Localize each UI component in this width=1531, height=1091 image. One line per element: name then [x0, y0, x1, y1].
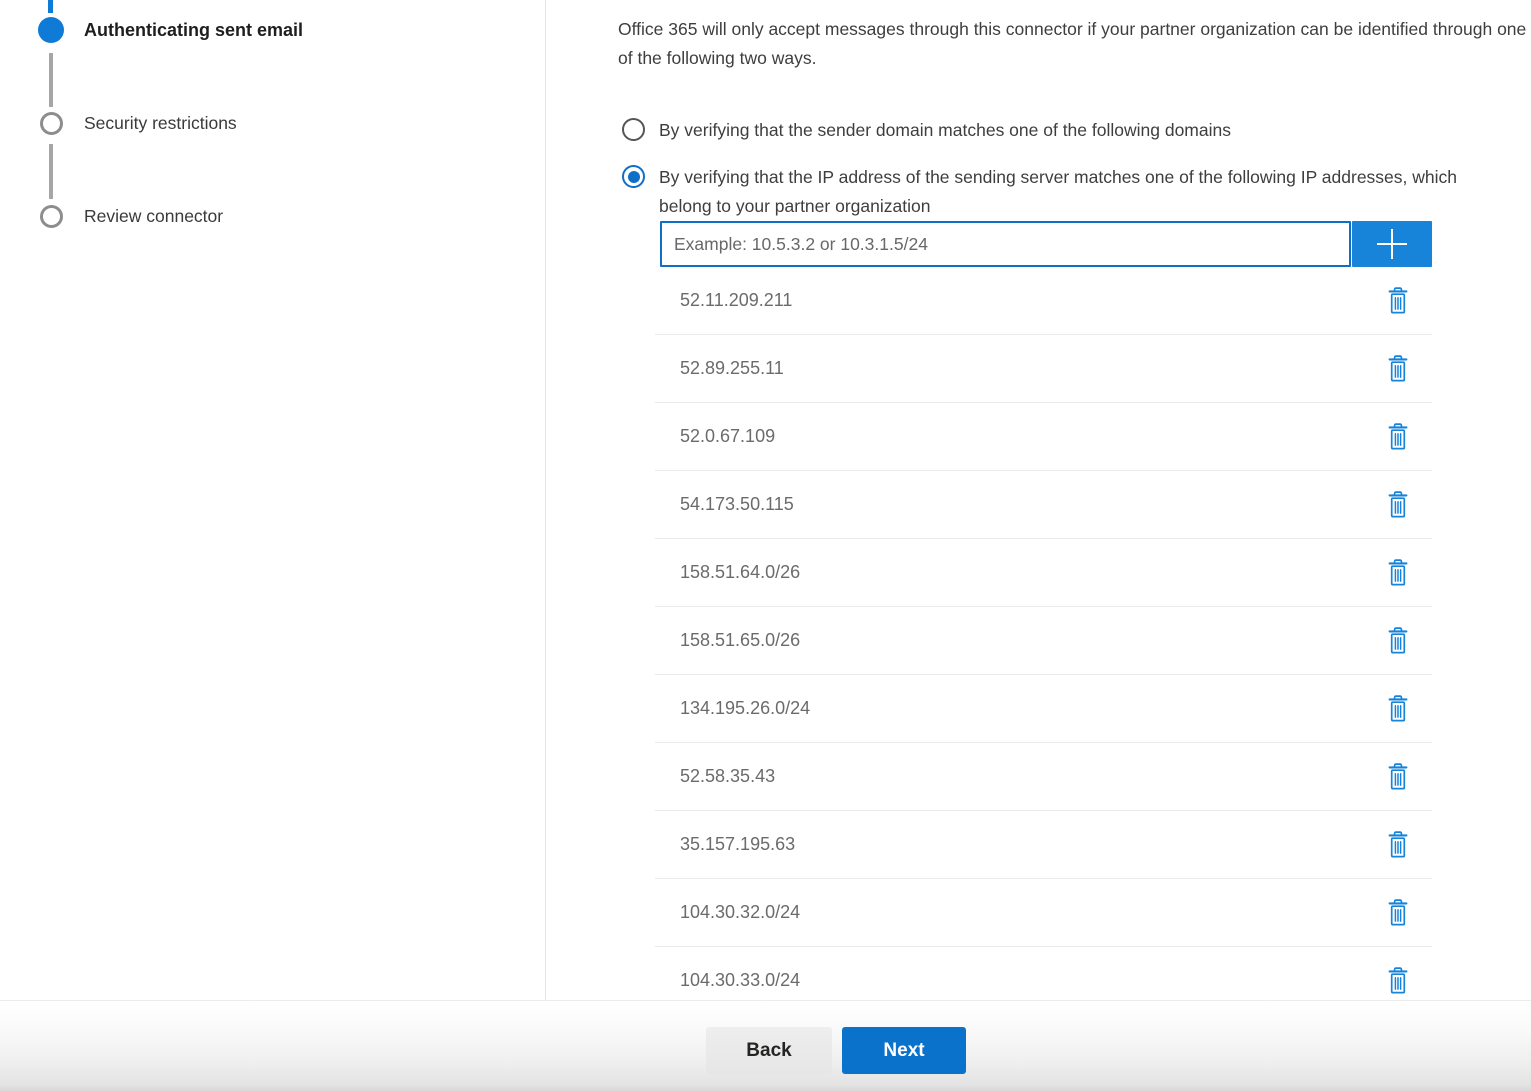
- ip-list-row: 54.173.50.115: [655, 471, 1432, 539]
- delete-ip-button[interactable]: [1385, 353, 1411, 384]
- ip-value: 52.58.35.43: [680, 766, 775, 787]
- wizard-steps-panel: Authenticating sent email Security restr…: [0, 0, 546, 1000]
- step-label-review: Review connector: [84, 204, 223, 229]
- ip-value: 52.89.255.11: [680, 358, 784, 379]
- delete-ip-button[interactable]: [1385, 829, 1411, 860]
- step-label-security: Security restrictions: [84, 111, 237, 136]
- delete-ip-button[interactable]: [1385, 421, 1411, 452]
- footer-bar: Back Next: [0, 1000, 1531, 1091]
- ip-value: 104.30.32.0/24: [680, 902, 800, 923]
- ip-list: 52.11.209.211 52.89.255.11: [655, 267, 1432, 1000]
- trash-icon: [1387, 627, 1409, 654]
- ip-list-row: 158.51.64.0/26: [655, 539, 1432, 607]
- main-content: Office 365 will only accept messages thr…: [546, 0, 1531, 1000]
- ip-list-row: 52.58.35.43: [655, 743, 1432, 811]
- ip-address-input[interactable]: [660, 221, 1351, 267]
- step-label-authenticating: Authenticating sent email: [84, 18, 303, 43]
- ip-value: 52.0.67.109: [680, 426, 775, 447]
- radio-option-sender-domain[interactable]: By verifying that the sender domain matc…: [622, 116, 1482, 145]
- step-connector: [49, 144, 53, 199]
- delete-ip-button[interactable]: [1385, 693, 1411, 724]
- trash-icon: [1387, 899, 1409, 926]
- ip-list-row: 104.30.32.0/24: [655, 879, 1432, 947]
- add-ip-button[interactable]: [1352, 221, 1432, 267]
- ip-value: 158.51.64.0/26: [680, 562, 800, 583]
- ip-list-row: 52.89.255.11: [655, 335, 1432, 403]
- trash-icon: [1387, 287, 1409, 314]
- ip-list-row: 134.195.26.0/24: [655, 675, 1432, 743]
- ip-value: 104.30.33.0/24: [680, 970, 800, 991]
- ip-list-row: 52.0.67.109: [655, 403, 1432, 471]
- delete-ip-button[interactable]: [1385, 625, 1411, 656]
- intro-text: Office 365 will only accept messages thr…: [618, 15, 1531, 72]
- delete-ip-button[interactable]: [1385, 965, 1411, 996]
- trash-icon: [1387, 831, 1409, 858]
- ip-value: 158.51.65.0/26: [680, 630, 800, 651]
- radio-option-ip-address[interactable]: By verifying that the IP address of the …: [622, 163, 1482, 220]
- delete-ip-button[interactable]: [1385, 557, 1411, 588]
- trash-icon: [1387, 559, 1409, 586]
- ip-value: 35.157.195.63: [680, 834, 795, 855]
- ip-value: 52.11.209.211: [680, 290, 792, 311]
- ip-value: 134.195.26.0/24: [680, 698, 810, 719]
- trash-icon: [1387, 967, 1409, 994]
- radio-option-label: By verifying that the IP address of the …: [659, 163, 1482, 220]
- delete-ip-button[interactable]: [1385, 489, 1411, 520]
- trash-icon: [1387, 695, 1409, 722]
- ip-list-row: 104.30.33.0/24: [655, 947, 1432, 1000]
- step-marker-review[interactable]: [40, 205, 63, 228]
- step-marker-security[interactable]: [40, 112, 63, 135]
- ip-list-row: 158.51.65.0/26: [655, 607, 1432, 675]
- step-connector-top: [48, 0, 53, 13]
- trash-icon: [1387, 491, 1409, 518]
- radio-option-label: By verifying that the sender domain matc…: [659, 116, 1231, 145]
- delete-ip-button[interactable]: [1385, 897, 1411, 928]
- step-connector: [49, 53, 53, 107]
- trash-icon: [1387, 355, 1409, 382]
- trash-icon: [1387, 763, 1409, 790]
- radio-button-sender-domain[interactable]: [622, 118, 645, 141]
- next-button[interactable]: Next: [842, 1027, 966, 1074]
- back-button[interactable]: Back: [706, 1027, 832, 1074]
- ip-list-row: 52.11.209.211: [655, 267, 1432, 335]
- trash-icon: [1387, 423, 1409, 450]
- ip-list-row: 35.157.195.63: [655, 811, 1432, 879]
- delete-ip-button[interactable]: [1385, 761, 1411, 792]
- step-marker-authenticating[interactable]: [38, 17, 64, 43]
- ip-value: 54.173.50.115: [680, 494, 794, 515]
- radio-button-ip-address[interactable]: [622, 165, 645, 188]
- delete-ip-button[interactable]: [1385, 285, 1411, 316]
